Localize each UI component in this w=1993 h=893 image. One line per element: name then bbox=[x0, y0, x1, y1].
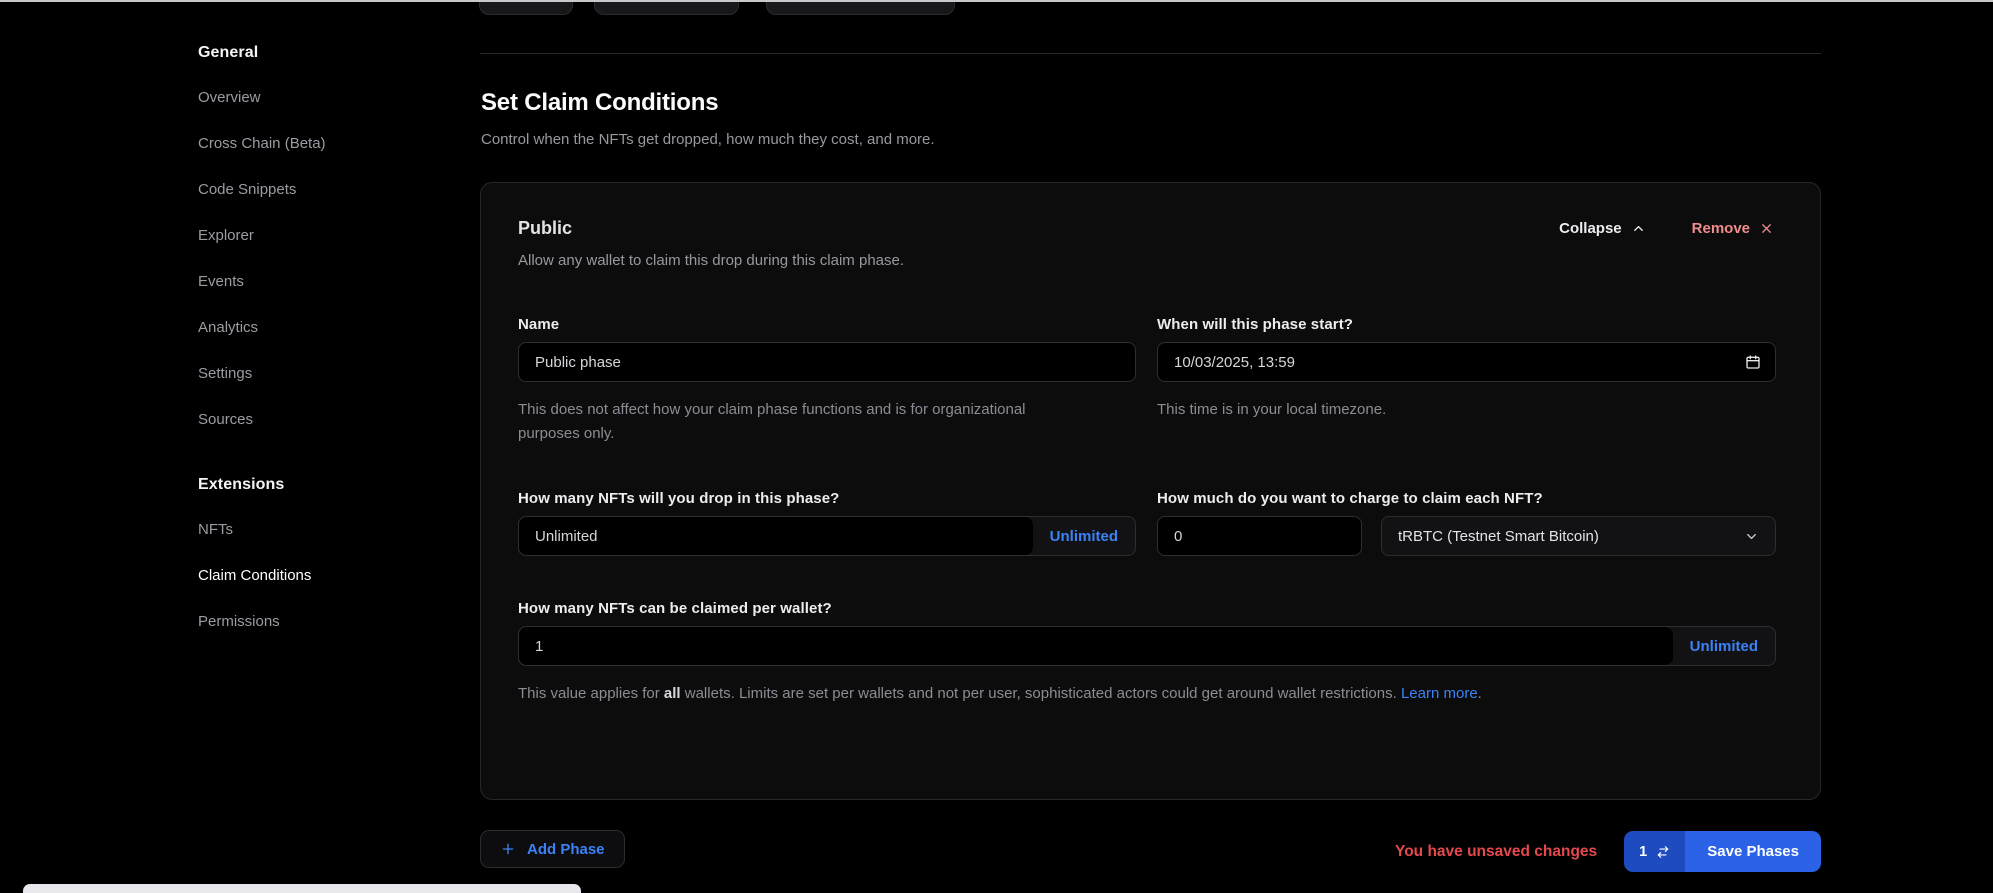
block-explorer-chip[interactable]: Rootstock Blockscout bbox=[766, 0, 955, 15]
remove-button[interactable]: Remove bbox=[1692, 220, 1774, 237]
per-wallet-input-group: Unlimited bbox=[518, 626, 1776, 666]
sidebar-item-nfts[interactable]: NFTs bbox=[198, 519, 438, 540]
sidebar-section-general: General bbox=[198, 44, 438, 62]
per-wallet-unlimited-toggle[interactable]: Unlimited bbox=[1673, 627, 1775, 665]
add-phase-label: Add Phase bbox=[527, 841, 605, 858]
start-datetime-input[interactable] bbox=[1157, 342, 1776, 382]
supply-label: How many NFTs will you drop in this phas… bbox=[518, 490, 1136, 507]
sidebar-item-code-snippets[interactable]: Code Snippets bbox=[198, 179, 438, 200]
price-field: How much do you want to charge to claim … bbox=[1157, 490, 1776, 556]
sidebar-item-permissions[interactable]: Permissions bbox=[198, 611, 438, 632]
price-input[interactable] bbox=[1157, 516, 1362, 556]
window-top-edge bbox=[0, 0, 1993, 2]
name-helper: This does not affect how your claim phas… bbox=[518, 398, 1063, 446]
per-wallet-helper: This value applies for all wallets. Limi… bbox=[518, 682, 1776, 706]
swap-arrows-icon bbox=[1656, 845, 1670, 859]
currency-value: tRBTC (Testnet Smart Bitcoin) bbox=[1398, 528, 1599, 545]
start-label: When will this phase start? bbox=[1157, 316, 1776, 333]
main-content: Set Claim Conditions Control when the NF… bbox=[480, 0, 1821, 893]
close-icon bbox=[1759, 221, 1774, 236]
unsaved-changes-text: You have unsaved changes bbox=[1395, 843, 1597, 861]
sidebar-item-explorer[interactable]: Explorer bbox=[198, 225, 438, 246]
pending-changes-button[interactable]: 1 bbox=[1624, 831, 1685, 872]
price-label: How much do you want to charge to claim … bbox=[1157, 490, 1776, 507]
bottom-banner-partial[interactable] bbox=[23, 884, 581, 893]
page-title: Set Claim Conditions bbox=[481, 89, 718, 117]
pending-count: 1 bbox=[1639, 844, 1647, 860]
sidebar-section-extensions: Extensions bbox=[198, 476, 438, 494]
phase-card-header: Public Collapse Remove bbox=[518, 218, 1774, 239]
sidebar-item-claim-conditions[interactable]: Claim Conditions bbox=[198, 565, 438, 586]
per-wallet-helper-bold: all bbox=[664, 685, 681, 702]
per-wallet-field: How many NFTs can be claimed per wallet?… bbox=[518, 600, 1776, 706]
name-input[interactable] bbox=[518, 342, 1136, 382]
save-phases-button[interactable]: Save Phases bbox=[1685, 831, 1821, 872]
claim-phase-card: Public Collapse Remove Allow any wallet … bbox=[480, 182, 1821, 800]
sidebar-item-sources[interactable]: Sources bbox=[198, 409, 438, 430]
per-wallet-input[interactable] bbox=[519, 627, 1673, 665]
collapse-button[interactable]: Collapse bbox=[1559, 220, 1646, 237]
phase-title: Public bbox=[518, 218, 572, 239]
per-wallet-helper-period: . bbox=[1478, 685, 1482, 702]
contract-address-chip[interactable]: 0xeDcc...o0e9 bbox=[594, 0, 739, 15]
save-button-group: 1 Save Phases bbox=[1624, 831, 1821, 872]
page-subtitle: Control when the NFTs get dropped, how m… bbox=[481, 131, 935, 148]
supply-unlimited-toggle[interactable]: Unlimited bbox=[1033, 517, 1135, 555]
per-wallet-helper-text: This value applies for bbox=[518, 685, 664, 702]
phase-form: Name This does not affect how your claim… bbox=[518, 316, 1774, 706]
collapse-label: Collapse bbox=[1559, 220, 1622, 237]
supply-input[interactable] bbox=[519, 517, 1033, 555]
phase-description: Allow any wallet to claim this drop duri… bbox=[518, 252, 1774, 269]
header-divider bbox=[480, 53, 1821, 54]
supply-input-group: Unlimited bbox=[518, 516, 1136, 556]
start-field: When will this phase start? This time is… bbox=[1157, 316, 1776, 446]
price-row: tRBTC (Testnet Smart Bitcoin) bbox=[1157, 516, 1776, 556]
start-helper: This time is in your local timezone. bbox=[1157, 398, 1776, 422]
sidebar-item-analytics[interactable]: Analytics bbox=[198, 317, 438, 338]
sidebar: General Overview Cross Chain (Beta) Code… bbox=[198, 44, 438, 657]
sidebar-item-settings[interactable]: Settings bbox=[198, 363, 438, 384]
chevron-down-icon bbox=[1744, 529, 1759, 544]
sidebar-item-overview[interactable]: Overview bbox=[198, 87, 438, 108]
phase-actions: Collapse Remove bbox=[1559, 220, 1774, 237]
claim-conditions-page: 0xeDcc...o0e9 Rootstock Blockscout Gener… bbox=[0, 0, 1993, 893]
supply-field: How many NFTs will you drop in this phas… bbox=[518, 490, 1136, 556]
partial-button[interactable] bbox=[479, 0, 573, 15]
plus-icon bbox=[500, 841, 516, 857]
remove-label: Remove bbox=[1692, 220, 1750, 237]
start-datetime-wrap bbox=[1157, 342, 1776, 382]
chevron-up-icon bbox=[1631, 221, 1646, 236]
name-field: Name This does not affect how your claim… bbox=[518, 316, 1136, 446]
sidebar-item-cross-chain[interactable]: Cross Chain (Beta) bbox=[198, 133, 438, 154]
save-controls: You have unsaved changes 1 Save Phases bbox=[1395, 831, 1821, 872]
add-phase-button[interactable]: Add Phase bbox=[480, 830, 625, 868]
per-wallet-helper-text-2: wallets. Limits are set per wallets and … bbox=[681, 685, 1401, 702]
currency-select[interactable]: tRBTC (Testnet Smart Bitcoin) bbox=[1381, 516, 1776, 556]
learn-more-link[interactable]: Learn more bbox=[1401, 685, 1478, 702]
per-wallet-label: How many NFTs can be claimed per wallet? bbox=[518, 600, 1776, 617]
sidebar-item-events[interactable]: Events bbox=[198, 271, 438, 292]
name-label: Name bbox=[518, 316, 1136, 333]
